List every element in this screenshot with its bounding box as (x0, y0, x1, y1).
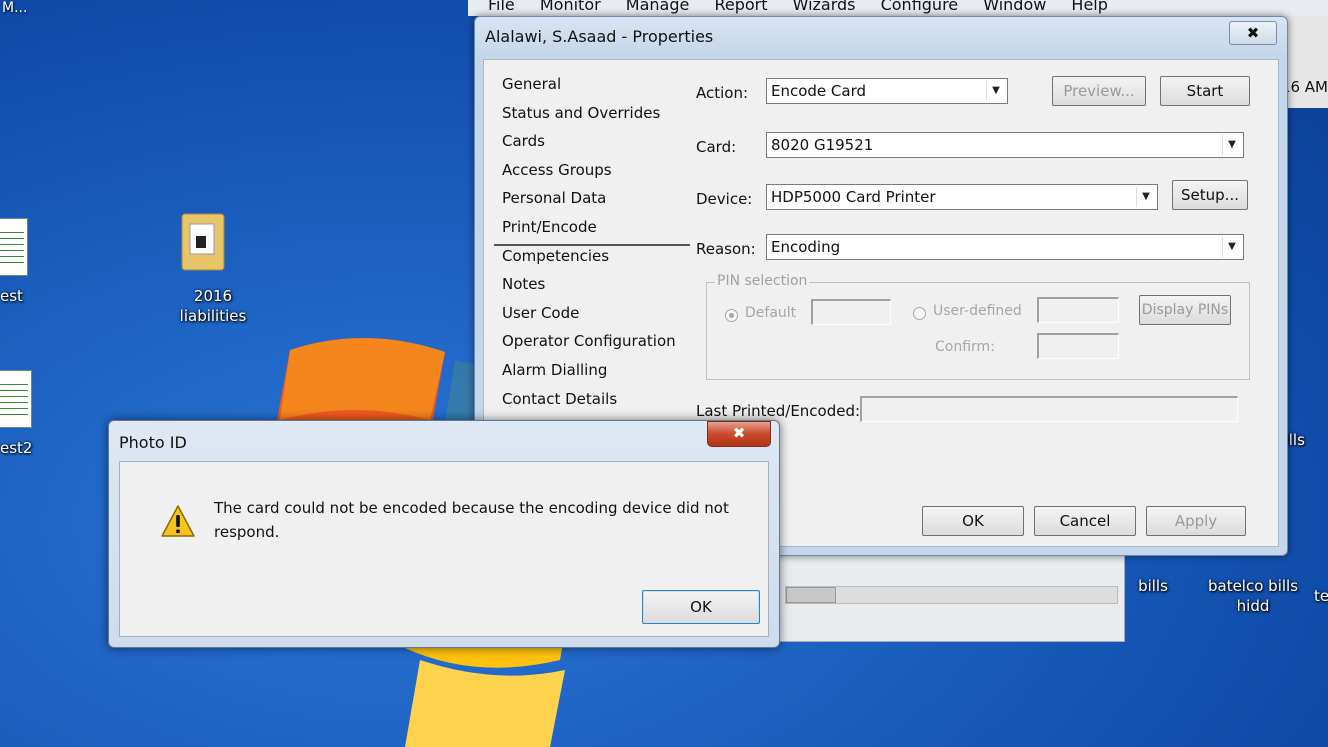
folder-icon[interactable] (180, 210, 226, 272)
last-printed-label: Last Printed/Encoded: (696, 402, 861, 420)
reason-label: Reason: (696, 240, 756, 258)
action-value: Encode Card (771, 82, 867, 100)
default-radio-label: Default (745, 305, 797, 321)
spreadsheet-icon[interactable] (0, 370, 32, 428)
nav-item-notes[interactable]: Notes (494, 270, 694, 299)
display-pins-button[interactable]: Display PINs (1139, 295, 1231, 325)
default-pin-field[interactable] (811, 299, 891, 325)
action-label: Action: (696, 84, 749, 102)
chevron-down-icon[interactable]: ▼ (986, 81, 1005, 101)
nav-item-operator-configuration[interactable]: Operator Configuration (494, 327, 694, 356)
properties-close-button[interactable]: ✖ (1229, 21, 1277, 45)
pin-selection-legend: PIN selection (715, 273, 810, 289)
card-select[interactable]: 8020 G19521 ▼ (766, 132, 1244, 158)
device-label: Device: (696, 190, 753, 208)
error-ok-button[interactable]: OK (642, 590, 760, 624)
desktop-icon-label[interactable]: est (0, 286, 23, 306)
menu-configure[interactable]: Configure (881, 0, 959, 13)
apply-button[interactable]: Apply (1146, 506, 1246, 536)
confirm-label: Confirm: (935, 339, 995, 355)
start-button[interactable]: Start (1160, 76, 1250, 106)
nav-item-access-groups[interactable]: Access Groups (494, 156, 694, 185)
properties-title: Alalawi, S.Asaad - Properties (485, 27, 714, 46)
ok-button[interactable]: OK (922, 506, 1024, 536)
spreadsheet-icon[interactable] (0, 218, 28, 276)
warning-icon (161, 505, 195, 537)
menu-manage[interactable]: Manage (626, 0, 690, 13)
card-value: 8020 G19521 (771, 136, 874, 154)
nav-item-cards[interactable]: Cards (494, 127, 694, 156)
nav-item-print-encode[interactable]: Print/Encode (494, 213, 694, 242)
chevron-down-icon[interactable]: ▼ (1222, 237, 1241, 257)
properties-nav: General Status and Overrides Cards Acces… (494, 70, 694, 413)
desktop-label-fragment: M... (2, 0, 28, 16)
error-message: The card could not be encoded because th… (214, 499, 729, 541)
preview-button[interactable]: Preview... (1052, 76, 1146, 106)
user-defined-pin-field[interactable] (1037, 297, 1119, 323)
menu-monitor[interactable]: Monitor (540, 0, 601, 13)
app-window-lower-pane (778, 545, 1125, 642)
last-printed-field (860, 396, 1238, 422)
horizontal-scrollbar[interactable] (785, 586, 1118, 604)
card-label: Card: (696, 138, 737, 156)
menu-bar: File Monitor Manage Report Wizards Confi… (468, 0, 1328, 16)
action-select[interactable]: Encode Card ▼ (766, 78, 1008, 104)
pin-selection-group: PIN selection Default User-defined Displ… (706, 273, 1250, 380)
setup-button[interactable]: Setup... (1172, 180, 1248, 210)
reason-value: Encoding (771, 238, 841, 256)
confirm-pin-field[interactable] (1037, 333, 1119, 359)
reason-select[interactable]: Encoding ▼ (766, 234, 1244, 260)
desktop-icon-label[interactable]: est2 (0, 438, 32, 458)
error-dialog-client: The card could not be encoded because th… (119, 461, 769, 637)
device-select[interactable]: HDP5000 Card Printer ▼ (766, 184, 1158, 210)
menu-wizards[interactable]: Wizards (793, 0, 856, 13)
nav-item-alarm-dialling[interactable]: Alarm Dialling (494, 356, 694, 385)
desktop-icon-label[interactable]: 2016 liabilities (170, 286, 256, 326)
menu-help[interactable]: Help (1071, 0, 1107, 13)
chevron-down-icon[interactable]: ▼ (1136, 187, 1155, 207)
cancel-button[interactable]: Cancel (1034, 506, 1136, 536)
nav-item-general[interactable]: General (494, 70, 694, 99)
photo-id-error-dialog: Photo ID ✖ The card could not be encoded… (108, 420, 780, 648)
nav-item-status-overrides[interactable]: Status and Overrides (494, 99, 694, 128)
device-value: HDP5000 Card Printer (771, 188, 936, 206)
nav-selection-marker (494, 244, 690, 246)
nav-item-personal-data[interactable]: Personal Data (494, 184, 694, 213)
menu-report[interactable]: Report (714, 0, 767, 13)
nav-item-user-code[interactable]: User Code (494, 299, 694, 328)
nav-item-contact-details[interactable]: Contact Details (494, 385, 694, 414)
menu-file[interactable]: File (488, 0, 515, 13)
scrollbar-thumb[interactable] (786, 587, 836, 603)
user-defined-radio-label: User-defined (933, 303, 1022, 319)
default-radio[interactable] (725, 309, 738, 322)
menu-window[interactable]: Window (983, 0, 1046, 13)
user-defined-radio[interactable] (913, 307, 926, 320)
chevron-down-icon[interactable]: ▼ (1222, 135, 1241, 155)
error-close-button[interactable]: ✖ (707, 421, 771, 447)
error-dialog-title: Photo ID (119, 433, 187, 452)
